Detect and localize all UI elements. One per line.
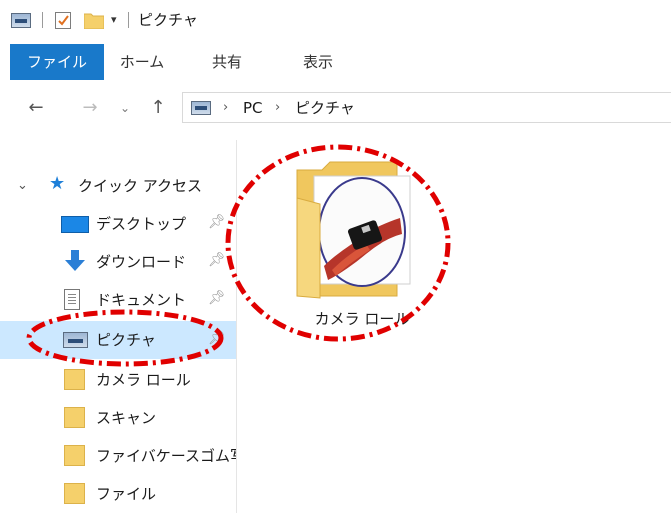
tab-share[interactable]: 共有 — [200, 44, 254, 80]
separator — [42, 12, 43, 28]
folder-label: カメラ ロール — [314, 310, 410, 328]
chevron-down-icon[interactable]: ⌄ — [17, 177, 28, 195]
star-icon: ★ — [49, 173, 66, 194]
folder-icon — [64, 445, 85, 466]
desktop-icon — [61, 216, 89, 233]
pictures-icon — [63, 332, 88, 348]
pictures-icon — [11, 13, 31, 28]
download-icon — [63, 250, 87, 272]
folder-camera-roll[interactable]: カメラ ロール — [292, 158, 422, 348]
sidebar-item-scan[interactable]: スキャン — [0, 399, 236, 437]
navigation-pane: ⌄ ★ クイック アクセス デスクトップ 📌︎ ダウンロード 📌︎ ドキュメント… — [0, 140, 237, 513]
breadcrumb-pc[interactable]: PC — [243, 98, 263, 118]
sidebar-item-pictures[interactable]: ピクチャ 📌︎ — [0, 321, 236, 359]
sidebar-item-fiber-case[interactable]: ファイバケースゴム写 — [0, 437, 236, 475]
sidebar-item-label: ピクチャ — [96, 331, 156, 349]
pictures-icon — [191, 101, 211, 115]
sidebar-item-documents[interactable]: ドキュメント 📌︎ — [0, 281, 236, 319]
sidebar-item-camera-roll[interactable]: カメラ ロール — [0, 361, 236, 399]
window-title: ピクチャ — [138, 11, 198, 29]
forward-button[interactable]: → — [76, 96, 104, 120]
sidebar-item-label: クイック アクセス — [78, 177, 203, 195]
up-button[interactable]: ↑ — [145, 96, 171, 120]
ribbon-tabs: ファイル ホーム 共有 表示 — [0, 44, 671, 80]
sidebar-item-label: デスクトップ — [96, 215, 187, 233]
address-bar[interactable]: › PC › ピクチャ — [182, 92, 671, 123]
pin-icon[interactable]: 📌︎ — [208, 214, 226, 230]
customize-toolbar-chevron-icon[interactable]: ▾ — [111, 13, 121, 27]
sidebar-item-label: カメラ ロール — [96, 371, 191, 389]
folder-icon — [64, 407, 85, 428]
properties-check-icon[interactable] — [55, 12, 71, 29]
pin-icon[interactable]: 📌︎ — [208, 290, 226, 306]
sidebar-item-desktop[interactable]: デスクトップ 📌︎ — [0, 205, 236, 243]
new-folder-icon[interactable] — [83, 12, 105, 30]
title-bar: ▾ ピクチャ — [0, 0, 671, 40]
sidebar-item-file[interactable]: ファイル — [0, 475, 236, 513]
tab-view[interactable]: 表示 — [285, 44, 351, 80]
file-list: カメラ ロール — [237, 140, 671, 513]
pin-icon[interactable]: 📌︎ — [208, 252, 226, 268]
breadcrumb-chevron-icon[interactable]: › — [275, 98, 280, 118]
pin-icon[interactable]: 📌︎ — [208, 330, 226, 346]
back-button[interactable]: ← — [22, 96, 50, 120]
sidebar-item-downloads[interactable]: ダウンロード 📌︎ — [0, 243, 236, 281]
breadcrumb-chevron-icon[interactable]: › — [223, 98, 228, 118]
sidebar-item-label: ファイバケースゴム写 — [96, 447, 236, 465]
sidebar-item-label: ドキュメント — [96, 291, 187, 309]
tab-home[interactable]: ホーム — [112, 44, 172, 80]
breadcrumb-pictures[interactable]: ピクチャ — [295, 98, 355, 118]
folder-icon — [64, 483, 85, 504]
folder-with-photo-icon — [296, 161, 411, 299]
separator — [128, 12, 129, 28]
tab-file[interactable]: ファイル — [10, 44, 104, 80]
recent-locations-button[interactable]: ⌄ — [115, 96, 135, 120]
sidebar-item-label: ダウンロード — [96, 253, 187, 271]
navigation-bar: ← → ⌄ ↑ › PC › ピクチャ — [0, 84, 671, 134]
document-icon — [64, 289, 80, 310]
folder-icon — [64, 369, 85, 390]
sidebar-item-quick-access[interactable]: ⌄ ★ クイック アクセス — [0, 167, 236, 205]
sidebar-item-label: ファイル — [96, 485, 157, 503]
sidebar-item-label: スキャン — [96, 409, 157, 427]
